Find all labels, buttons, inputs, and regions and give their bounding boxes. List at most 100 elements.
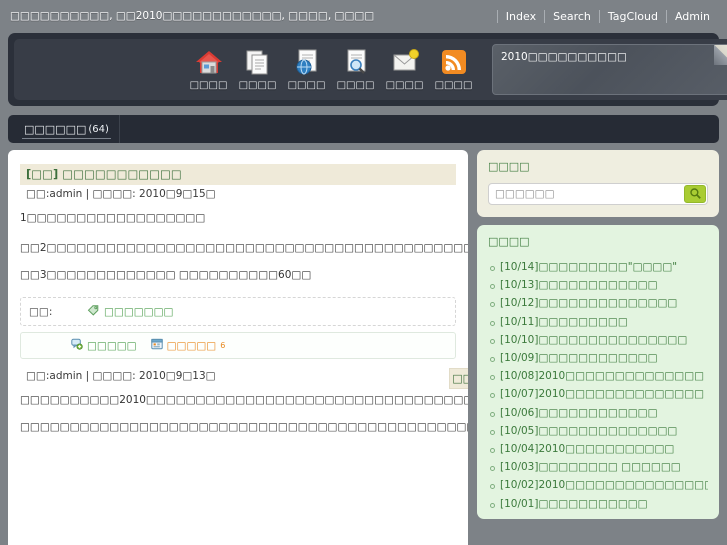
- list-item-text: □□□□□□□□□"□□□□": [538, 261, 678, 273]
- list-item[interactable]: [10/05]□□□□□□□□□□□□□□: [488, 422, 708, 440]
- list-item-date: [10/09]: [500, 352, 539, 365]
- list-item-text: □□□□□□□□□□□: [538, 497, 648, 510]
- list-item-text: □□□□□□□□□□□□□□: [538, 297, 678, 310]
- nav-panel: □□□□ □□□□ □□□□ □□□□ □□□□ □□□□ 2010□□□□□□…: [8, 33, 727, 106]
- list-item[interactable]: [10/13]□□□□□□□□□□□□: [488, 276, 708, 294]
- post-tag-row: □□: □□□□□□□: [20, 297, 456, 326]
- list-item-link[interactable]: [10/13]□□□□□□□□□□□□: [500, 279, 658, 291]
- list-item[interactable]: [10/08]2010□□□□□□□□□□□□□□: [488, 367, 708, 385]
- list-item[interactable]: [10/02]2010□□□□□□□□□□□□□□□: [488, 476, 708, 494]
- post-paragraph: □□□□□□□□□□2010□□□□□□□□□□□□□□□□□□□□□□□□□□…: [20, 394, 468, 406]
- post-paragraph: □□□□□□□□□□□□□□□□□□□□□□□□□□□□□□□□□□□□□□□□…: [20, 421, 468, 433]
- list-item-link[interactable]: [10/08]2010□□□□□□□□□□□□□□: [500, 370, 704, 382]
- list-item-date: [10/13]: [500, 279, 539, 292]
- main-content: [□□] □□□□□□□□□□□ □□:admin | □□□□: 2010□9…: [8, 150, 468, 545]
- content-layout: [□□] □□□□□□□□□□□ □□:admin | □□□□: 2010□9…: [8, 150, 719, 545]
- nav-icon-row: □□□□ □□□□ □□□□ □□□□ □□□□ □□□□: [184, 47, 478, 92]
- list-item[interactable]: [10/07]2010□□□□□□□□□□□□□□: [488, 385, 708, 403]
- nav-item-rss-label: □□□□: [434, 80, 473, 91]
- search-icon: [689, 185, 702, 204]
- list-item[interactable]: [10/09]□□□□□□□□□□□□: [488, 349, 708, 367]
- post-paragraph: □□3□□□□□□□□□□□□□ □□□□□□□□□□60□□: [20, 269, 312, 281]
- list-item-link[interactable]: [10/06]□□□□□□□□□□□□: [500, 407, 658, 419]
- home-icon: [194, 47, 224, 77]
- globe-document-icon: [292, 47, 322, 77]
- nav-item-mail[interactable]: □□□□: [380, 47, 429, 92]
- top-nav-link-admin[interactable]: Admin: [665, 10, 718, 23]
- list-item-link[interactable]: [10/09]□□□□□□□□□□□□: [500, 352, 658, 364]
- list-item-date: [10/11]: [500, 315, 539, 328]
- comment-icon: [71, 338, 83, 353]
- nav-item-documents[interactable]: □□□□: [233, 47, 282, 92]
- nav-item-web[interactable]: □□□□: [282, 47, 331, 92]
- list-item-link[interactable]: [10/04]2010□□□□□□□□□□□: [500, 443, 674, 455]
- nav-item-web-label: □□□□: [287, 80, 326, 91]
- side-clip-tab[interactable]: □□: [449, 368, 468, 389]
- feature-notice-panel[interactable]: 2010□□□□□□□□□□: [492, 44, 727, 95]
- post-views-count: 6: [220, 341, 226, 350]
- list-item-text: □□□□□□□□□□□□: [538, 352, 658, 365]
- list-item-text: □□□□□□□□□□□□: [538, 279, 658, 292]
- post-views-label: □□□□□: [166, 339, 217, 352]
- list-item-text: □□□□□□□□□□□□□□□: [538, 333, 688, 346]
- list-item[interactable]: [10/06]□□□□□□□□□□□□: [488, 404, 708, 422]
- page-curl-icon: [714, 45, 727, 65]
- nav-item-search-label: □□□□: [336, 80, 375, 91]
- list-item[interactable]: [10/01]□□□□□□□□□□□: [488, 495, 708, 513]
- tag-icon: [87, 304, 99, 319]
- list-item[interactable]: [10/12]□□□□□□□□□□□□□□: [488, 294, 708, 312]
- sidebar-news-widget: □□□□ [10/14]□□□□□□□□□"□□□□" [10/13]□□□□□…: [477, 225, 719, 519]
- post-tag-label: □□:: [29, 305, 53, 318]
- site-description: □□□□□□□□□□, □□2010□□□□□□□□□□□□, □□□□, □□…: [10, 10, 375, 22]
- list-item-date: [10/06]: [500, 406, 539, 419]
- nav-item-home-label: □□□□: [189, 80, 228, 91]
- post-paragraph: 1□□□□□□□□□□□□□□□□□□: [20, 212, 206, 224]
- list-item-date: [10/02]: [500, 479, 539, 492]
- nav-item-rss[interactable]: □□□□: [429, 47, 478, 92]
- list-item[interactable]: [10/10]□□□□□□□□□□□□□□□: [488, 331, 708, 349]
- tab-category-label: □□□□□□: [24, 122, 87, 136]
- list-item-date: [10/08]: [500, 370, 539, 383]
- list-item-text: 2010□□□□□□□□□□□□□□: [538, 388, 705, 401]
- search-box: [488, 183, 708, 205]
- tab-category[interactable]: □□□□□□ (64): [14, 115, 120, 143]
- list-item-date: [10/01]: [500, 497, 539, 510]
- list-item-text: 2010□□□□□□□□□□□□□□□: [538, 479, 708, 492]
- list-item-date: [10/14]: [500, 261, 539, 273]
- post-body: □□□□□□□□□□2010□□□□□□□□□□□□□□□□□□□□□□□□□□…: [20, 392, 468, 435]
- list-item[interactable]: [10/11]□□□□□□□□□: [488, 313, 708, 331]
- top-nav-link-index[interactable]: Index: [496, 10, 544, 23]
- list-item[interactable]: [10/03]□□□□□□□□ □□□□□□: [488, 458, 708, 476]
- list-item[interactable]: [10/14]□□□□□□□□□"□□□□": [488, 258, 708, 276]
- calendar-icon: [150, 338, 163, 353]
- list-item-link[interactable]: [10/05]□□□□□□□□□□□□□□: [500, 425, 677, 437]
- top-nav-link-search[interactable]: Search: [544, 10, 599, 23]
- list-item-link[interactable]: [10/07]2010□□□□□□□□□□□□□□: [500, 388, 704, 400]
- list-item[interactable]: [10/04]2010□□□□□□□□□□□: [488, 440, 708, 458]
- list-item-link[interactable]: [10/11]□□□□□□□□□: [500, 316, 628, 328]
- list-item-text: □□□□□□□□□: [538, 315, 628, 328]
- post-entry: [□□] □□□□□□□□□□□ □□:admin | □□□□: 2010□9…: [20, 164, 468, 359]
- list-item-link[interactable]: [10/02]2010□□□□□□□□□□□□□□□: [500, 479, 708, 491]
- list-item-text: □□□□□□□□□□□□□□: [538, 424, 678, 437]
- page-root: □□□□□□□□□□, □□2010□□□□□□□□□□□□, □□□□, □□…: [0, 0, 727, 545]
- list-item-date: [10/03]: [500, 461, 539, 474]
- list-item-link[interactable]: [10/14]□□□□□□□□□"□□□□": [500, 261, 677, 273]
- search-button[interactable]: [684, 185, 706, 203]
- rss-icon: [439, 47, 469, 77]
- nav-item-home[interactable]: □□□□: [184, 47, 233, 92]
- list-item-link[interactable]: [10/03]□□□□□□□□ □□□□□□: [500, 461, 681, 473]
- list-item-date: [10/04]: [500, 443, 539, 456]
- nav-item-search[interactable]: □□□□: [331, 47, 380, 92]
- list-item-link[interactable]: [10/10]□□□□□□□□□□□□□□□: [500, 334, 687, 346]
- sidebar-news-list: [10/14]□□□□□□□□□"□□□□" [10/13]□□□□□□□□□□…: [488, 258, 708, 513]
- list-item-link[interactable]: [10/01]□□□□□□□□□□□: [500, 498, 648, 510]
- search-input[interactable]: [490, 185, 684, 203]
- post-tag-link[interactable]: □□□□□□□: [104, 306, 173, 318]
- post-views-action[interactable]: □□□□□ 6: [150, 338, 226, 353]
- post-comment-action[interactable]: □□□□□: [71, 338, 137, 353]
- post-title[interactable]: [□□] □□□□□□□□□□□: [20, 164, 456, 185]
- tab-category-count: (64): [88, 123, 109, 135]
- top-nav-link-tagcloud[interactable]: TagCloud: [598, 10, 666, 23]
- list-item-link[interactable]: [10/12]□□□□□□□□□□□□□□: [500, 297, 677, 309]
